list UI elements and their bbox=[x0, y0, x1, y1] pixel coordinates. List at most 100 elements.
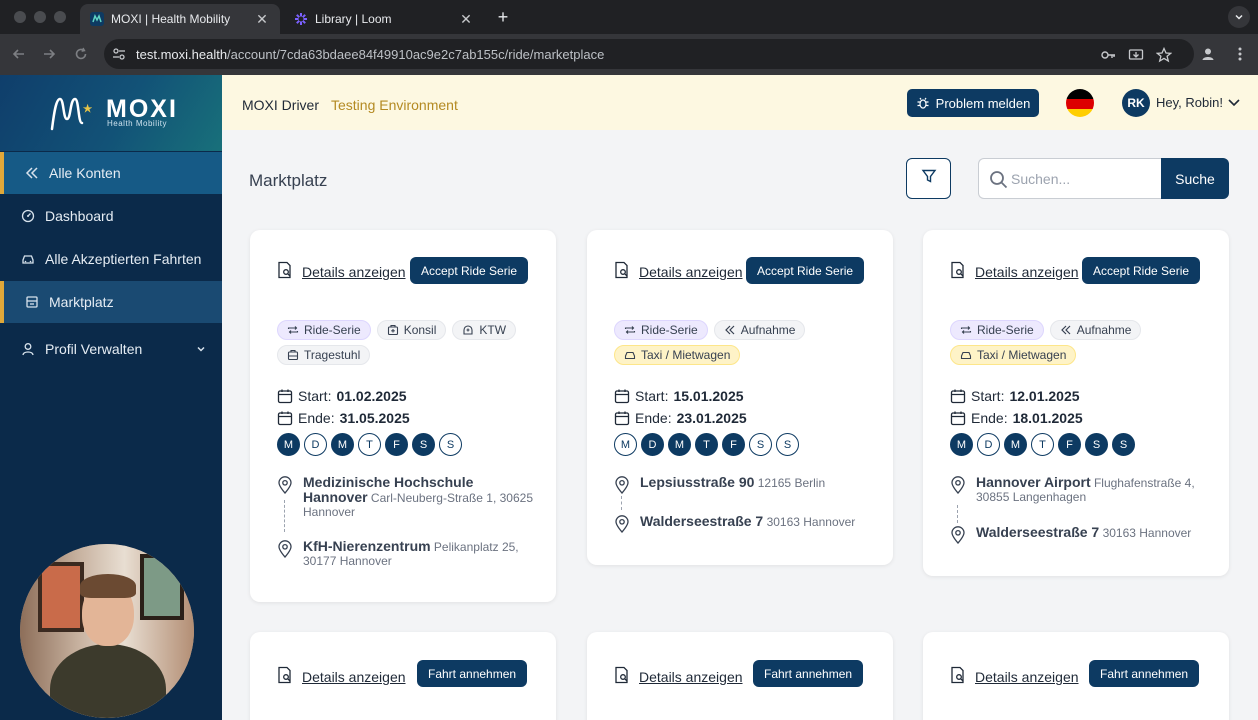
weekday-chip: S bbox=[749, 433, 772, 456]
calendar-icon bbox=[277, 388, 293, 404]
tag: KTW bbox=[452, 320, 517, 340]
dashboard-icon bbox=[20, 208, 36, 224]
german-flag-icon[interactable] bbox=[1066, 89, 1094, 117]
address-bar[interactable]: test.moxi.health/account/7cda63bdaee84f4… bbox=[104, 39, 1194, 69]
map-pin-icon bbox=[614, 515, 630, 533]
tag: Ride-Serie bbox=[614, 320, 708, 340]
browser-menu-icon[interactable] bbox=[1232, 46, 1248, 62]
tag-list: Ride-Serie Aufnahme Taxi / Mietwagen bbox=[614, 320, 874, 370]
search-icon bbox=[989, 170, 1008, 189]
reload-icon[interactable] bbox=[72, 45, 90, 63]
details-link[interactable]: Details anzeigen bbox=[302, 264, 406, 280]
chevron-down-icon[interactable] bbox=[1226, 94, 1242, 110]
details-link[interactable]: Details anzeigen bbox=[975, 264, 1079, 280]
end-date: 31.05.2025 bbox=[339, 410, 410, 426]
document-search-icon bbox=[613, 261, 631, 279]
dropoff-address: Walderseestraße 7 30163 Hannover bbox=[614, 514, 874, 533]
weekday-chip: S bbox=[412, 433, 435, 456]
chevron-down-icon[interactable] bbox=[196, 341, 206, 357]
map-pin-icon bbox=[277, 540, 293, 558]
ride-card: Details anzeigen Accept Ride Serie Ride-… bbox=[250, 230, 556, 602]
install-app-icon[interactable] bbox=[1128, 47, 1144, 63]
avatar[interactable]: RK bbox=[1122, 89, 1150, 117]
start-label: Start: bbox=[298, 388, 332, 404]
top-bar: MOXI Driver Testing Environment Problem … bbox=[222, 75, 1258, 130]
close-icon[interactable]: ✕ bbox=[458, 11, 474, 27]
ride-card: Details anzeigen Fahrt annehmen bbox=[250, 632, 556, 720]
report-problem-button[interactable]: Problem melden bbox=[907, 89, 1039, 117]
close-icon[interactable]: ✕ bbox=[254, 11, 270, 27]
dropoff-address: Walderseestraße 7 30163 Hannover bbox=[950, 525, 1210, 544]
new-tab-icon[interactable]: + bbox=[494, 8, 512, 26]
profile-icon[interactable] bbox=[1200, 46, 1216, 62]
ride-card: Details anzeigen Fahrt annehmen bbox=[923, 632, 1229, 720]
weekday-chip: T bbox=[695, 433, 718, 456]
tab-moxi[interactable]: MOXI | Health Mobility ✕ bbox=[80, 4, 280, 34]
back-arrow-icon[interactable] bbox=[10, 45, 28, 63]
tab-search-chevron-icon[interactable] bbox=[1228, 6, 1250, 28]
filter-button[interactable] bbox=[906, 158, 951, 199]
dropoff-name: KfH-Nierenzentrum bbox=[303, 538, 431, 554]
window-minimize-dot[interactable] bbox=[34, 11, 46, 23]
report-problem-label: Problem melden bbox=[935, 95, 1031, 111]
accept-ride-series-button[interactable]: Accept Ride Serie bbox=[746, 257, 865, 284]
tab-title: Library | Loom bbox=[315, 12, 392, 26]
double-chevron-left-icon bbox=[724, 324, 736, 336]
dropoff-street: 30163 Hannover bbox=[766, 515, 856, 529]
document-search-icon bbox=[276, 261, 294, 279]
weekday-chip: D bbox=[641, 433, 664, 456]
user-greeting[interactable]: Hey, Robin! bbox=[1156, 95, 1223, 110]
bookmark-star-icon[interactable] bbox=[1156, 47, 1172, 63]
forward-arrow-icon[interactable] bbox=[40, 45, 58, 63]
logo-area[interactable]: MOXI Health Mobility bbox=[0, 75, 222, 151]
repeat-icon bbox=[624, 324, 636, 336]
filter-icon bbox=[921, 168, 937, 189]
map-pin-icon bbox=[950, 476, 966, 494]
pickup-street: 12165 Berlin bbox=[757, 476, 826, 490]
details-link[interactable]: Details anzeigen bbox=[302, 669, 406, 685]
accept-ride-button[interactable]: Fahrt annehmen bbox=[1089, 660, 1200, 687]
date-range: Start: 15.01.2025 Ende: 23.01.2025 bbox=[614, 385, 747, 429]
accept-ride-button[interactable]: Fahrt annehmen bbox=[753, 660, 864, 687]
weekday-chip: S bbox=[439, 433, 462, 456]
webcam-overlay[interactable] bbox=[20, 544, 194, 718]
sidebar-item-marketplace[interactable]: Marktplatz bbox=[0, 281, 222, 323]
double-chevron-left-icon bbox=[1060, 324, 1072, 336]
details-link[interactable]: Details anzeigen bbox=[639, 669, 743, 685]
details-link[interactable]: Details anzeigen bbox=[975, 669, 1079, 685]
weekday-chip: D bbox=[304, 433, 327, 456]
sidebar-item-dashboard[interactable]: Dashboard bbox=[0, 195, 222, 237]
document-search-icon bbox=[949, 666, 967, 684]
tab-loom[interactable]: Library | Loom ✕ bbox=[284, 4, 484, 34]
weekday-chip: S bbox=[1085, 433, 1108, 456]
site-settings-icon[interactable] bbox=[112, 47, 126, 61]
dropoff-name: Walderseestraße 7 bbox=[640, 513, 764, 529]
end-label: Ende: bbox=[298, 410, 335, 426]
sidebar-item-label: Dashboard bbox=[45, 208, 114, 224]
sidebar-item-profile[interactable]: Profil Verwalten bbox=[0, 328, 222, 370]
weekday-chip: F bbox=[385, 433, 408, 456]
window-zoom-dot[interactable] bbox=[54, 11, 66, 23]
document-search-icon bbox=[613, 666, 631, 684]
weekday-list: M D M T F S S bbox=[614, 433, 803, 456]
weekday-chip: T bbox=[1031, 433, 1054, 456]
sidebar-item-accepted-rides[interactable]: Alle Akzeptierten Fahrten bbox=[0, 238, 222, 280]
weekday-list: M D M T F S S bbox=[277, 433, 466, 456]
accept-ride-button[interactable]: Fahrt annehmen bbox=[417, 660, 528, 687]
details-link[interactable]: Details anzeigen bbox=[639, 264, 743, 280]
sidebar-item-label: Profil Verwalten bbox=[45, 341, 143, 357]
pickup-address: Hannover Airport Flughafenstraße 4, 3085… bbox=[950, 475, 1210, 504]
search-input[interactable] bbox=[1011, 169, 1151, 189]
start-date: 15.01.2025 bbox=[673, 388, 744, 404]
sidebar-item-all-accounts[interactable]: Alle Konten bbox=[0, 152, 222, 194]
date-range: Start: 01.02.2025 Ende: 31.05.2025 bbox=[277, 385, 410, 429]
tag: Aufnahme bbox=[1049, 320, 1142, 340]
password-key-icon[interactable] bbox=[1100, 47, 1116, 63]
window-close-dot[interactable] bbox=[14, 11, 26, 23]
calendar-icon bbox=[614, 410, 630, 426]
accept-ride-series-button[interactable]: Accept Ride Serie bbox=[410, 257, 529, 284]
accept-ride-series-button[interactable]: Accept Ride Serie bbox=[1082, 257, 1201, 284]
search-button[interactable]: Suche bbox=[1161, 158, 1229, 199]
date-range: Start: 12.01.2025 Ende: 18.01.2025 bbox=[950, 385, 1083, 429]
main-content: MOXI Driver Testing Environment Problem … bbox=[222, 75, 1258, 720]
